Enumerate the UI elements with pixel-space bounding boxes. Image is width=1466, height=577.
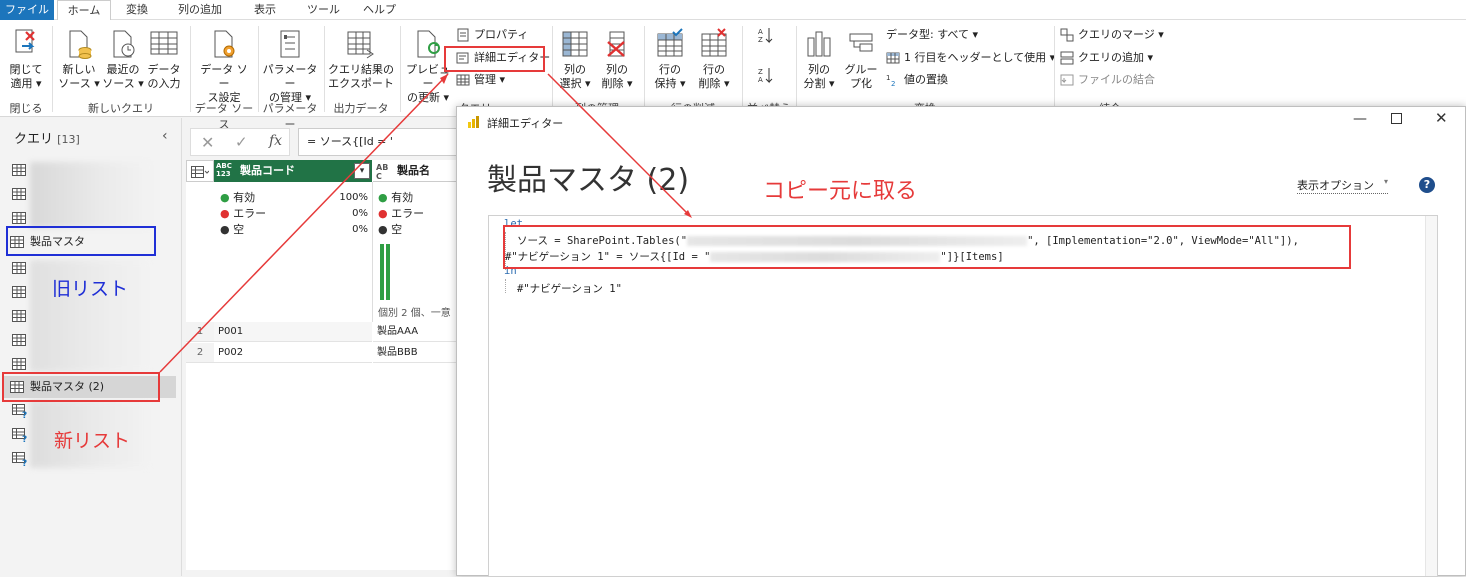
annotation-arrows xyxy=(159,46,692,373)
